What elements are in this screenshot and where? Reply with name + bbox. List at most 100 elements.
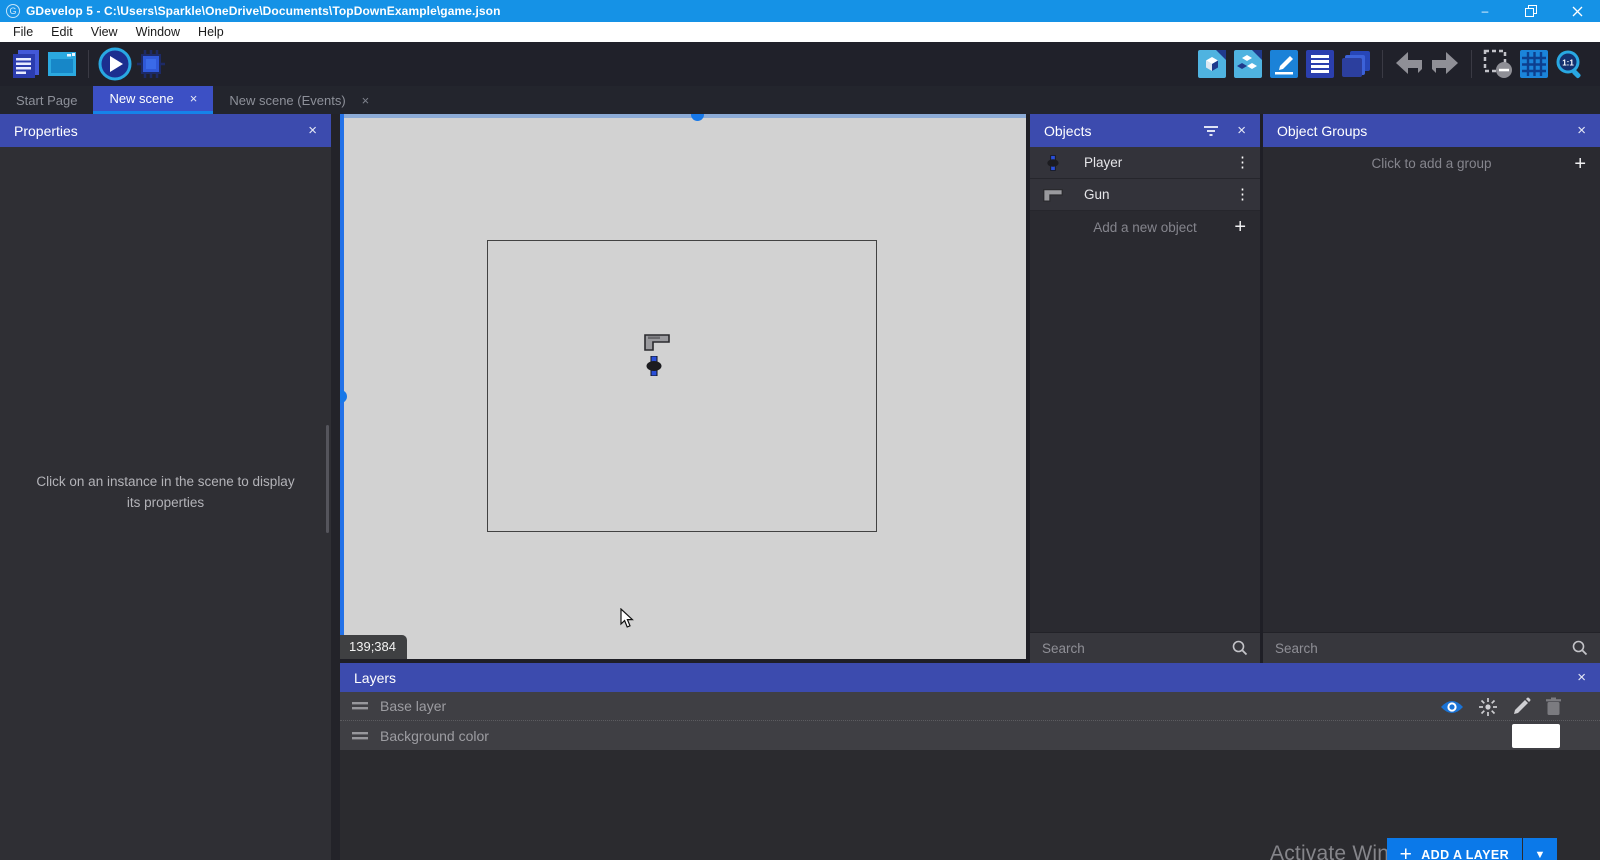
- gun-instance[interactable]: [644, 333, 670, 356]
- svg-text:1:1: 1:1: [1562, 59, 1574, 68]
- search-icon: [1572, 640, 1588, 656]
- play-button[interactable]: [97, 46, 133, 82]
- player-sprite-icon: [1040, 155, 1066, 171]
- object-name: Gun: [1084, 187, 1110, 202]
- close-layers-icon[interactable]: ×: [1577, 669, 1586, 686]
- open-instances-list-button[interactable]: [1302, 46, 1338, 82]
- background-color-swatch[interactable]: [1512, 724, 1560, 748]
- panel-resize-edge-top[interactable]: [340, 114, 1026, 118]
- debug-button[interactable]: [133, 46, 169, 82]
- close-objects-icon[interactable]: ×: [1237, 122, 1246, 139]
- zoom-1to1-icon: 1:1: [1555, 49, 1585, 79]
- object-menu-kebab-icon[interactable]: ⋮: [1235, 187, 1250, 202]
- object-row-player[interactable]: Player ⋮: [1030, 147, 1260, 179]
- layer-name: Background color: [380, 728, 489, 744]
- zoom-reset-button[interactable]: 1:1: [1552, 46, 1588, 82]
- visibility-eye-icon[interactable]: [1440, 699, 1464, 715]
- open-object-groups-button[interactable]: [1230, 46, 1266, 82]
- restore-button[interactable]: [1508, 0, 1554, 22]
- play-icon: [98, 47, 132, 81]
- filter-icon[interactable]: [1203, 125, 1219, 137]
- deselect-all-button[interactable]: [1480, 46, 1516, 82]
- tab-new-scene-events[interactable]: New scene (Events) ×: [213, 86, 385, 114]
- object-groups-panel-title: Object Groups: [1277, 123, 1367, 139]
- delete-layer-trash-icon[interactable]: [1545, 697, 1562, 716]
- properties-editor-icon: [1270, 50, 1298, 78]
- window-controls: –: [1462, 0, 1600, 22]
- plus-icon: +: [1400, 843, 1413, 860]
- layer-effects-icon[interactable]: [1478, 697, 1498, 717]
- add-layer-dropdown-caret-icon[interactable]: ▼: [1523, 838, 1557, 860]
- open-objects-editor-button[interactable]: [1194, 46, 1230, 82]
- main-toolbar: 1:1: [0, 42, 1600, 86]
- panel-resize-handle-icon[interactable]: [340, 390, 347, 403]
- panel-resize-handle-icon[interactable]: [691, 114, 704, 121]
- object-groups-search-bar: [1263, 632, 1600, 663]
- tab-close-icon[interactable]: ×: [190, 91, 198, 106]
- layers-panel: Layers × Base layer Background color: [340, 663, 1600, 860]
- object-menu-kebab-icon[interactable]: ⋮: [1235, 155, 1250, 170]
- add-a-layer-button[interactable]: + ADD A LAYER ▼: [1387, 838, 1557, 860]
- object-row-gun[interactable]: Gun ⋮: [1030, 179, 1260, 211]
- toolbar-separator: [88, 50, 89, 78]
- layers-panel-title: Layers: [354, 670, 396, 686]
- close-window-button[interactable]: [1554, 0, 1600, 22]
- gun-sprite-icon: [644, 333, 670, 351]
- search-icon: [1232, 640, 1248, 656]
- deselect-icon: [1483, 49, 1513, 79]
- layer-row-base[interactable]: Base layer: [340, 692, 1600, 721]
- plus-icon: +: [1574, 154, 1586, 174]
- minimize-button[interactable]: –: [1462, 0, 1508, 22]
- add-group-button[interactable]: Click to add a group +: [1263, 147, 1600, 180]
- edit-layer-pencil-icon[interactable]: [1512, 697, 1531, 716]
- objects-search-bar: [1030, 632, 1260, 663]
- open-properties-button[interactable]: [1266, 46, 1302, 82]
- close-window-icon: [1572, 6, 1583, 17]
- object-groups-panel: Object Groups × Click to add a group +: [1263, 114, 1600, 663]
- properties-panel-body: Click on an instance in the scene to dis…: [0, 147, 331, 860]
- toolbar-separator: [1471, 50, 1472, 78]
- gdevelop-window: G GDevelop 5 - C:\Users\Sparkle\OneDrive…: [0, 0, 1600, 860]
- layer-row-background-color[interactable]: Background color: [340, 721, 1600, 750]
- scene-editor-canvas[interactable]: 139;384: [340, 114, 1026, 659]
- open-scene-button[interactable]: [44, 46, 80, 82]
- object-groups-search-input[interactable]: [1275, 641, 1572, 656]
- redo-button[interactable]: [1427, 46, 1463, 82]
- toggle-grid-button[interactable]: [1516, 46, 1552, 82]
- menu-window[interactable]: Window: [127, 22, 189, 42]
- undo-button[interactable]: [1391, 46, 1427, 82]
- tab-label: New scene (Events): [229, 93, 345, 108]
- tab-label: Start Page: [16, 93, 77, 108]
- drag-handle-icon[interactable]: [352, 702, 368, 710]
- tab-new-scene[interactable]: New scene ×: [93, 86, 213, 114]
- objects-search-input[interactable]: [1042, 641, 1232, 656]
- properties-panel-title: Properties: [14, 123, 78, 139]
- properties-scrollbar[interactable]: [326, 425, 329, 533]
- add-new-object-button[interactable]: Add a new object +: [1030, 211, 1260, 243]
- panel-resize-edge-left[interactable]: [340, 114, 344, 659]
- layers-panel-header: Layers ×: [340, 663, 1600, 692]
- properties-panel: Properties × Click on an instance in the…: [0, 114, 331, 860]
- title-bar: G GDevelop 5 - C:\Users\Sparkle\OneDrive…: [0, 0, 1600, 22]
- menu-edit[interactable]: Edit: [42, 22, 82, 42]
- menu-file[interactable]: File: [4, 22, 42, 42]
- plus-icon: +: [1234, 217, 1246, 237]
- panel-divider[interactable]: [331, 114, 340, 860]
- object-name: Player: [1084, 155, 1122, 170]
- project-manager-button[interactable]: [8, 46, 44, 82]
- tab-label: New scene: [109, 91, 173, 106]
- grid-icon: [1520, 50, 1548, 78]
- close-object-groups-icon[interactable]: ×: [1577, 122, 1586, 139]
- tab-start-page[interactable]: Start Page: [0, 86, 93, 114]
- tab-close-icon[interactable]: ×: [362, 93, 370, 108]
- undo-icon: [1394, 51, 1424, 77]
- toolbar-separator: [1382, 50, 1383, 78]
- player-instance[interactable]: [646, 356, 662, 381]
- open-layers-editor-button[interactable]: [1338, 46, 1374, 82]
- menu-view[interactable]: View: [82, 22, 127, 42]
- layers-editor-icon: [1341, 50, 1371, 78]
- drag-handle-icon[interactable]: [352, 732, 368, 740]
- close-properties-icon[interactable]: ×: [308, 122, 317, 139]
- menu-help[interactable]: Help: [189, 22, 233, 42]
- properties-panel-header: Properties ×: [0, 114, 331, 147]
